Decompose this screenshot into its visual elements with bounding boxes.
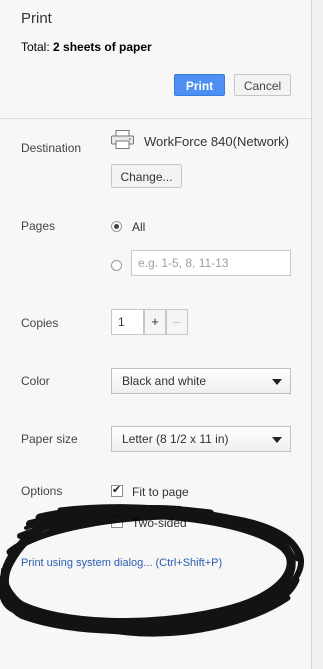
copies-decrement-button[interactable]: –	[166, 309, 188, 335]
pages-range-input[interactable]: e.g. 1-5, 8, 11-13	[131, 250, 291, 276]
cancel-button[interactable]: Cancel	[234, 74, 291, 96]
options-label: Options	[21, 484, 63, 498]
total-prefix: Total:	[21, 40, 54, 54]
pages-all-radio[interactable]	[111, 221, 122, 232]
paper-size-select-value: Letter (8 1/2 x 11 in)	[122, 432, 229, 446]
fit-to-page-checkbox[interactable]	[111, 483, 123, 497]
printer-icon	[111, 130, 134, 149]
scribble-annotation	[0, 504, 304, 637]
destination-label: Destination	[21, 141, 82, 155]
pages-all-label: All	[132, 220, 146, 234]
pages-custom-radio[interactable]	[111, 260, 122, 271]
copies-label: Copies	[21, 316, 59, 330]
paper-size-select[interactable]: Letter (8 1/2 x 11 in)	[111, 426, 291, 452]
print-button[interactable]: Print	[174, 74, 225, 96]
pages-label: Pages	[21, 219, 56, 233]
chevron-down-icon	[272, 379, 282, 385]
color-select[interactable]: Black and white	[111, 368, 291, 394]
printer-name: WorkForce 840(Network)	[144, 134, 289, 149]
color-select-value: Black and white	[122, 374, 207, 388]
total-value: 2 sheets of paper	[53, 40, 152, 54]
change-destination-button[interactable]: Change...	[111, 164, 182, 188]
copies-input[interactable]: 1	[111, 309, 144, 335]
dialog-title: Print	[21, 10, 52, 27]
color-label: Color	[21, 374, 50, 388]
print-header: Print Total: 2 sheets of paper Print Can…	[0, 0, 311, 119]
copies-increment-button[interactable]: +	[144, 309, 166, 335]
paper-size-label: Paper size	[21, 432, 78, 446]
fit-to-page-label: Fit to page	[132, 485, 189, 499]
chevron-down-icon	[272, 437, 282, 443]
sheet-total: Total: 2 sheets of paper	[21, 40, 152, 54]
